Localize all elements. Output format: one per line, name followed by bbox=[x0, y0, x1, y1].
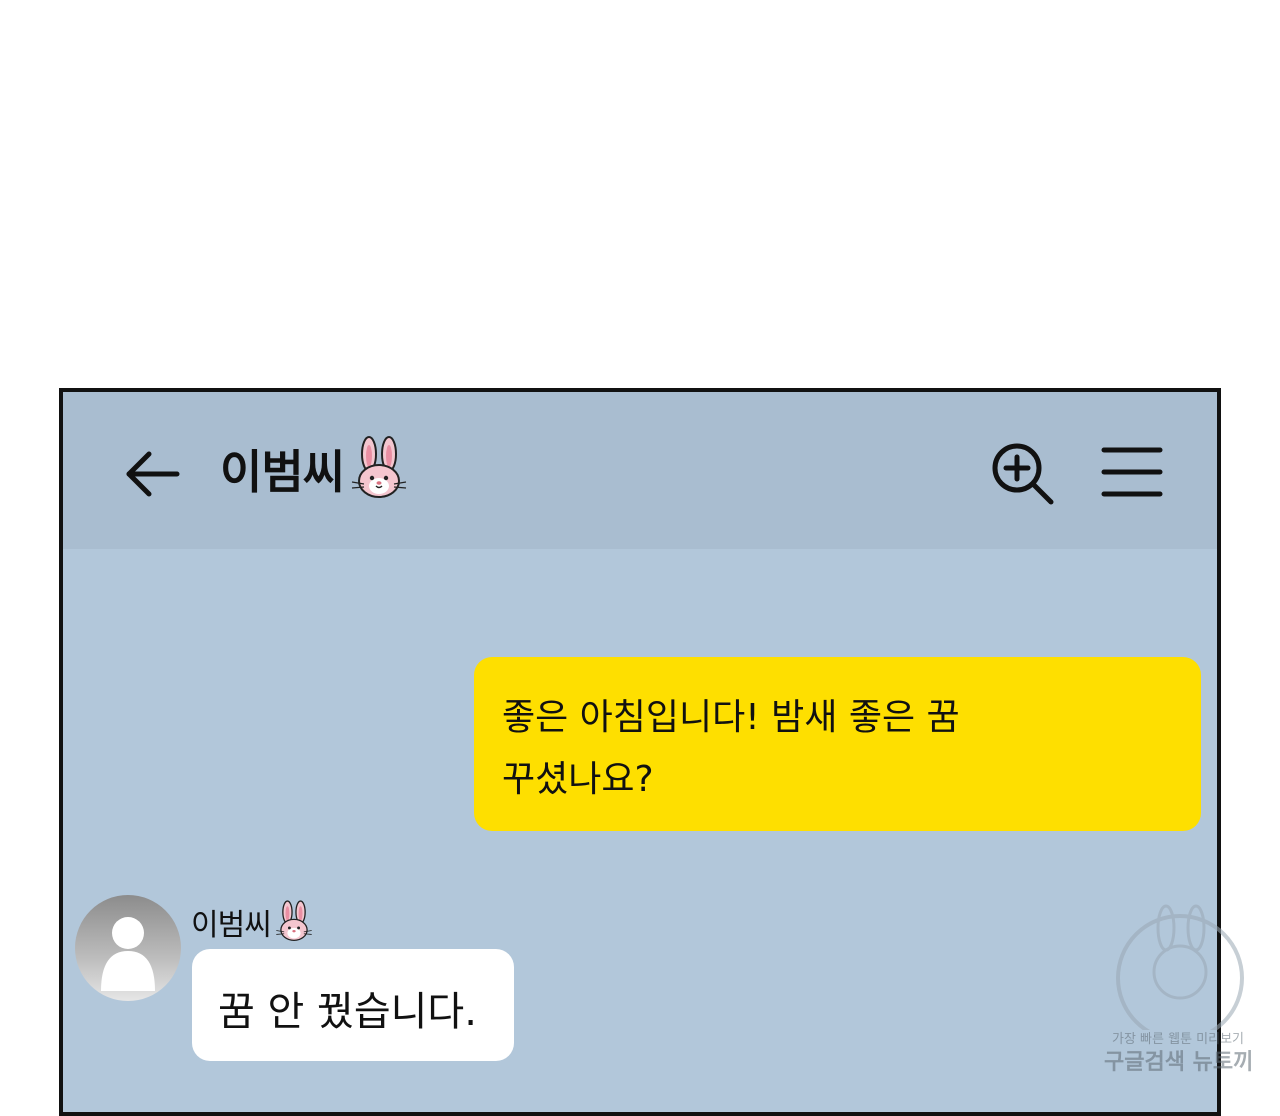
outgoing-message-bubble[interactable]: 좋은 아침입니다! 밤새 좋은 꿈 꾸셨나요? bbox=[474, 657, 1201, 831]
sender-name: 이범씨 bbox=[191, 908, 272, 943]
chat-window: 이범씨 좋은 아침입니다! 밤새 좋은 꿈 꾸셨나요? 이범씨 꿈 안 꿨습니다… bbox=[59, 388, 1221, 1116]
hamburger-menu-icon bbox=[1101, 447, 1163, 497]
message-text: 꿈 안 꿨습니다. bbox=[218, 989, 477, 1035]
message-line: 꾸셨나요? bbox=[502, 759, 654, 800]
chat-title-group: 이범씨 bbox=[220, 436, 408, 502]
sender-name-group: 이범씨 bbox=[191, 900, 313, 944]
rabbit-face-icon bbox=[351, 436, 407, 498]
back-button[interactable] bbox=[121, 442, 185, 506]
chat-header: 이범씨 bbox=[63, 392, 1217, 549]
rabbit-face-icon bbox=[276, 900, 312, 941]
message-line: 좋은 아침입니다! 밤새 좋은 꿈 bbox=[502, 697, 960, 738]
zoom-in-icon bbox=[992, 443, 1054, 505]
watermark-logo-icon bbox=[1116, 904, 1244, 1042]
avatar[interactable] bbox=[75, 895, 181, 1001]
watermark: 가장 빠른 웹툰 미리보기 구글검색 뉴토끼 bbox=[1100, 900, 1270, 1080]
arrow-left-icon bbox=[126, 451, 180, 497]
chat-title: 이범씨 bbox=[220, 445, 345, 499]
menu-button[interactable] bbox=[1101, 444, 1163, 500]
watermark-site: 구글검색 뉴토끼 bbox=[1104, 1050, 1254, 1075]
search-button[interactable] bbox=[989, 440, 1057, 508]
incoming-message-bubble[interactable]: 꿈 안 꿨습니다. bbox=[192, 949, 514, 1061]
default-profile-icon bbox=[101, 917, 155, 991]
